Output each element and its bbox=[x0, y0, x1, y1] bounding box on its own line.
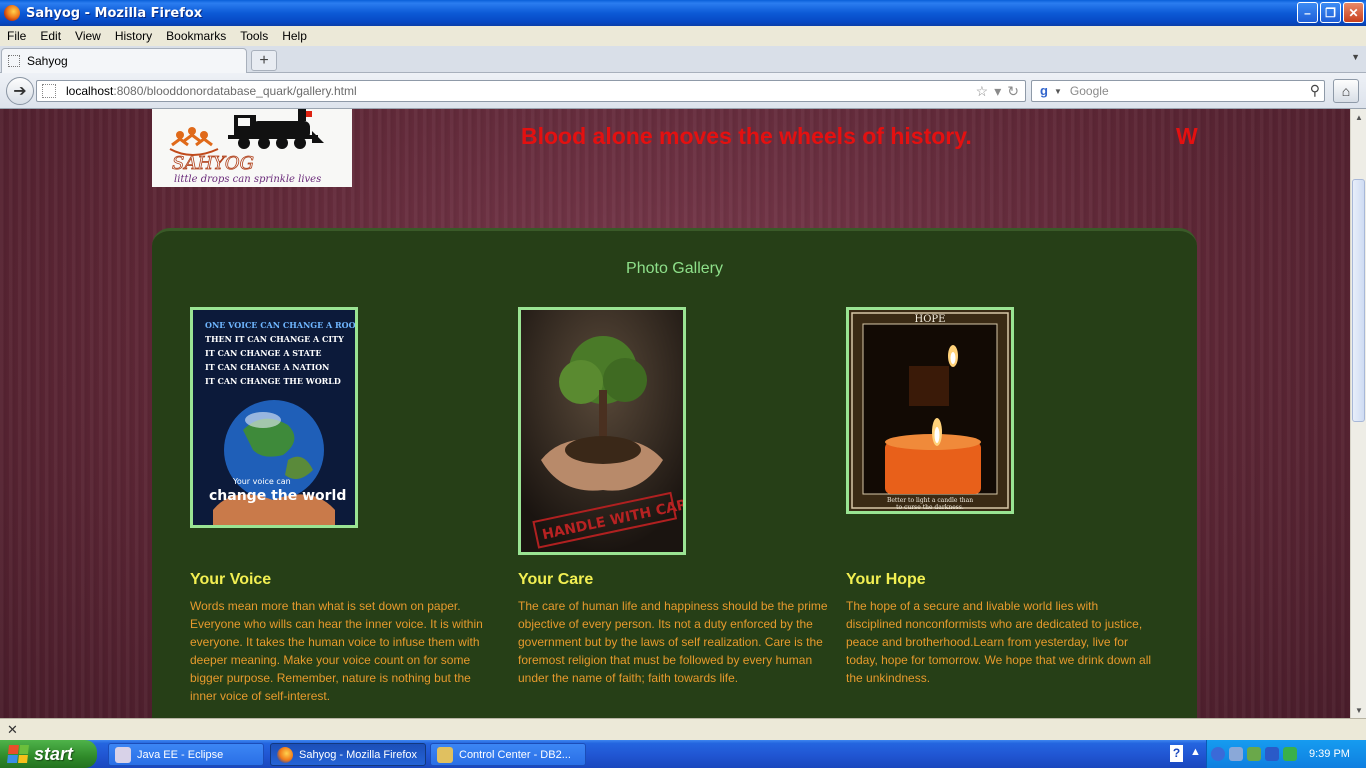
task-firefox[interactable]: Sahyog - Mozilla Firefox bbox=[270, 743, 426, 766]
url-host: localhost bbox=[66, 84, 114, 98]
photo-your-care[interactable]: HANDLE WITH CARE bbox=[518, 307, 686, 555]
close-addon-bar-icon[interactable]: ✕ bbox=[7, 722, 18, 738]
tab-bar: Sahyog + ▼ bbox=[0, 46, 1366, 73]
hope-footer-1: Better to light a candle than bbox=[887, 497, 973, 504]
google-engine-icon[interactable]: g bbox=[1036, 83, 1052, 99]
photo-your-hope[interactable]: HOPE Better to light a candle than to cu… bbox=[846, 307, 1014, 514]
scroll-up-icon[interactable]: ▲ bbox=[1351, 109, 1366, 125]
firefox-logo-icon bbox=[4, 5, 20, 21]
eclipse-icon bbox=[115, 746, 131, 763]
minimize-button[interactable]: – bbox=[1297, 2, 1318, 23]
firefox-task-icon bbox=[277, 746, 293, 763]
page-favicon-icon bbox=[8, 55, 20, 67]
sahyog-logo[interactable]: SAHYOG little drops can sprinkle lives bbox=[152, 109, 352, 187]
menu-tools[interactable]: Tools bbox=[233, 29, 275, 43]
list-tabs-icon[interactable]: ▼ bbox=[1351, 52, 1360, 62]
photo-your-voice[interactable]: ONE VOICE CAN CHANGE A ROOM THEN IT CAN … bbox=[190, 307, 358, 528]
gallery-title: Photo Gallery bbox=[626, 260, 723, 277]
url-dropdown-icon[interactable]: ▾ bbox=[994, 83, 1001, 100]
addon-bar: ✕ bbox=[0, 718, 1366, 740]
url-path: :8080/blooddonordatabase_quark/gallery.h… bbox=[113, 84, 357, 98]
voice-line-1: ONE VOICE CAN CHANGE A ROOM bbox=[205, 320, 355, 330]
close-button[interactable]: ✕ bbox=[1343, 2, 1364, 23]
tab-sahyog[interactable]: Sahyog bbox=[1, 48, 247, 73]
voice-line-4: IT CAN CHANGE A NATION bbox=[205, 362, 329, 372]
clock: 9:39 PM bbox=[1309, 748, 1350, 760]
tray-battery-icon[interactable] bbox=[1283, 747, 1297, 761]
reload-icon[interactable]: ↻ bbox=[1007, 83, 1019, 100]
back-button[interactable]: ➔ bbox=[6, 77, 34, 105]
menu-edit[interactable]: Edit bbox=[33, 29, 68, 43]
start-button[interactable]: start bbox=[0, 740, 97, 768]
bookmark-star-icon[interactable]: ☆ bbox=[976, 83, 989, 100]
home-icon: ⌂ bbox=[1341, 83, 1351, 99]
window-controls: – ❐ ✕ bbox=[1297, 2, 1364, 23]
gallery-panel: Photo Gallery ONE VOICE CAN CHANGE A ROO… bbox=[152, 228, 1197, 718]
marquee-next-text: W bbox=[1176, 123, 1198, 149]
task-label-db2: Control Center - DB2... bbox=[459, 748, 571, 761]
back-arrow-icon: ➔ bbox=[13, 83, 27, 100]
caption-title-care: Your Care bbox=[518, 571, 594, 588]
tray-back-icon[interactable] bbox=[1211, 747, 1225, 761]
system-tray: 9:39 PM bbox=[1206, 740, 1366, 768]
task-db2-control-center[interactable]: Control Center - DB2... bbox=[430, 743, 586, 766]
scroll-down-icon[interactable]: ▼ bbox=[1351, 702, 1366, 718]
hope-footer-2: to curse the darkness. bbox=[896, 504, 964, 511]
tray-expand-icon[interactable]: ▲ bbox=[1190, 746, 1201, 758]
menu-bar: File Edit View History Bookmarks Tools H… bbox=[0, 26, 1366, 46]
tab-label: Sahyog bbox=[27, 54, 68, 68]
caption-text-care: The care of human life and happiness sho… bbox=[518, 599, 828, 685]
search-icon[interactable]: ⚲ bbox=[1310, 82, 1320, 99]
tray-network-icon[interactable] bbox=[1229, 747, 1243, 761]
logo-brand-text: SAHYOG bbox=[172, 153, 254, 174]
care-poster-image: HANDLE WITH CARE bbox=[521, 310, 683, 552]
task-eclipse[interactable]: Java EE - Eclipse bbox=[108, 743, 264, 766]
logo-graphic: SAHYOG little drops can sprinkle lives bbox=[152, 109, 352, 187]
search-bar[interactable]: g ▼ Google ⚲ bbox=[1031, 80, 1325, 102]
menu-view[interactable]: View bbox=[68, 29, 108, 43]
voice-poster-image: ONE VOICE CAN CHANGE A ROOM THEN IT CAN … bbox=[193, 310, 355, 525]
engine-dropdown-icon[interactable]: ▼ bbox=[1054, 87, 1062, 96]
menu-file[interactable]: File bbox=[0, 29, 33, 43]
db2-icon bbox=[437, 746, 453, 763]
marquee-text: Blood alone moves the wheels of history. bbox=[521, 123, 972, 149]
home-button[interactable]: ⌂ bbox=[1333, 79, 1359, 103]
site-identity-icon[interactable] bbox=[42, 84, 56, 98]
scroll-thumb[interactable] bbox=[1352, 179, 1365, 422]
page-viewport: SAHYOG little drops can sprinkle lives B… bbox=[0, 109, 1350, 718]
url-bar[interactable]: localhost:8080/blooddonordatabase_quark/… bbox=[36, 80, 1026, 102]
voice-line-3: IT CAN CHANGE A STATE bbox=[205, 348, 321, 358]
caption-title-hope: Your Hope bbox=[846, 571, 926, 588]
logo-tagline-text: little drops can sprinkle lives bbox=[174, 174, 321, 185]
windows-flag-icon bbox=[7, 745, 29, 763]
menu-help[interactable]: Help bbox=[275, 29, 314, 43]
tray-app-icon[interactable] bbox=[1247, 747, 1261, 761]
menu-bookmarks[interactable]: Bookmarks bbox=[159, 29, 233, 43]
new-tab-button[interactable]: + bbox=[251, 50, 277, 71]
task-label-eclipse: Java EE - Eclipse bbox=[137, 748, 224, 761]
restore-button[interactable]: ❐ bbox=[1320, 2, 1341, 23]
task-label-firefox: Sahyog - Mozilla Firefox bbox=[299, 748, 417, 761]
voice-line-5: IT CAN CHANGE THE WORLD bbox=[205, 376, 341, 386]
window-titlebar: Sahyog - Mozilla Firefox – ❐ ✕ bbox=[0, 0, 1366, 26]
hope-poster-image: HOPE Better to light a candle than to cu… bbox=[849, 310, 1011, 511]
vertical-scrollbar[interactable]: ▲ ▼ bbox=[1350, 109, 1366, 718]
taskbar: start Java EE - Eclipse Sahyog - Mozilla… bbox=[0, 740, 1366, 768]
caption-title-voice: Your Voice bbox=[190, 571, 272, 588]
voice-line-2: THEN IT CAN CHANGE A CITY bbox=[205, 334, 344, 344]
navigation-toolbar: ➔ localhost:8080/blooddonordatabase_quar… bbox=[0, 73, 1366, 109]
window-title: Sahyog - Mozilla Firefox bbox=[26, 5, 203, 21]
menu-history[interactable]: History bbox=[108, 29, 159, 43]
hope-header-text: HOPE bbox=[915, 314, 946, 325]
caption-text-hope: The hope of a secure and livable world l… bbox=[846, 599, 1152, 685]
help-icon[interactable]: ? bbox=[1170, 745, 1183, 762]
search-input[interactable]: Google bbox=[1070, 84, 1109, 98]
voice-caption-1: Your voice can bbox=[232, 477, 291, 486]
voice-caption-2: change the world bbox=[209, 488, 346, 504]
tray-v-icon[interactable] bbox=[1265, 747, 1279, 761]
caption-text-voice: Words mean more than what is set down on… bbox=[190, 599, 483, 703]
start-label: start bbox=[34, 743, 74, 764]
